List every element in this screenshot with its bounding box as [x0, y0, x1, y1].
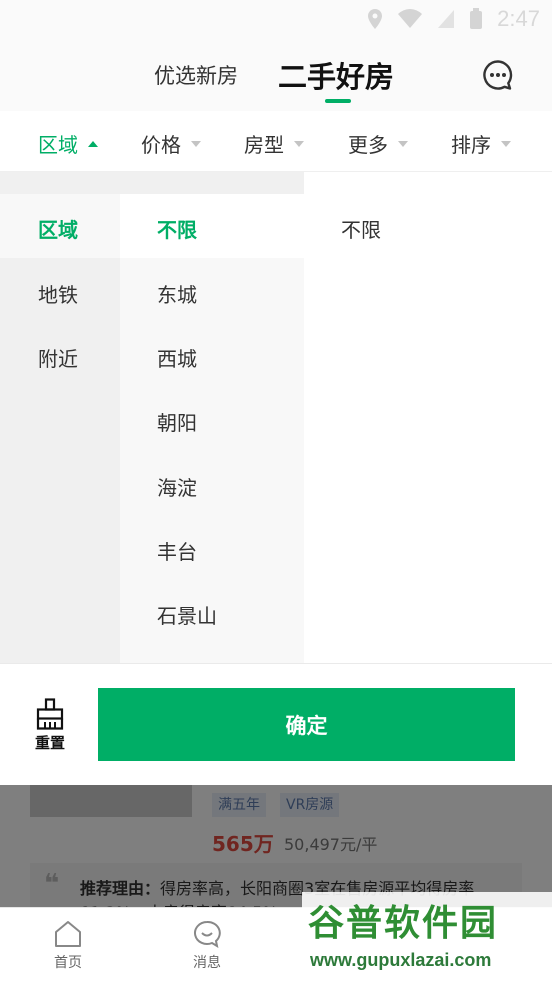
filter-area-label: 区域: [38, 133, 78, 157]
battery-icon: [470, 8, 483, 29]
district-active-bg: [120, 194, 304, 258]
filter-sort[interactable]: 排序: [451, 129, 511, 158]
district-chaoyang[interactable]: 朝阳: [157, 407, 197, 436]
filter-area[interactable]: 区域: [38, 129, 98, 158]
filter-price[interactable]: 价格: [141, 129, 201, 158]
category-nearby[interactable]: 附近: [38, 343, 78, 372]
nav-messages-label: 消息: [193, 955, 221, 971]
category-area[interactable]: 区域: [38, 214, 78, 243]
category-column: 区域 地铁 附近: [0, 172, 120, 663]
district-top-bg: [120, 172, 304, 194]
nav-messages[interactable]: 消息: [177, 920, 237, 972]
filter-price-label: 价格: [141, 133, 181, 157]
filter-layout[interactable]: 房型: [244, 129, 304, 158]
category-subway[interactable]: 地铁: [38, 279, 78, 308]
area-dropdown-panel: 区域 地铁 附近 不限 东城 西城 朝阳 海淀 丰台 石景山 不限: [0, 172, 552, 663]
caret-down-icon: [191, 140, 201, 147]
reset-button[interactable]: 重置: [26, 698, 74, 758]
status-time: 2:47: [497, 6, 540, 31]
caret-up-icon: [88, 140, 98, 147]
confirm-button[interactable]: 确定: [98, 688, 515, 761]
filter-more-label: 更多: [348, 133, 388, 157]
home-icon: [55, 921, 81, 947]
top-header: 优选新房 二手好房: [0, 40, 552, 111]
action-bar: 重置 确定: [0, 663, 552, 785]
reset-label: 重置: [34, 734, 65, 752]
caret-down-icon: [294, 140, 304, 147]
location-icon: [368, 9, 383, 29]
dim-overlay[interactable]: [0, 785, 552, 907]
filter-more[interactable]: 更多: [348, 129, 408, 158]
tab-second-hand-homes[interactable]: 二手好房: [278, 54, 394, 96]
message-icon[interactable]: [482, 59, 514, 91]
caret-down-icon: [501, 140, 511, 147]
sub-option-any[interactable]: 不限: [341, 214, 381, 243]
nav-home[interactable]: 首页: [38, 920, 98, 972]
district-column: 不限 东城 西城 朝阳 海淀 丰台 石景山: [120, 172, 304, 663]
district-xicheng[interactable]: 西城: [157, 343, 197, 372]
status-icons: 2:47: [367, 6, 540, 32]
signal-icon: [438, 10, 455, 28]
brush-icon: [36, 698, 64, 730]
district-fengtai[interactable]: 丰台: [157, 536, 197, 565]
district-any[interactable]: 不限: [157, 214, 197, 243]
wifi-icon: [398, 9, 423, 28]
filter-layout-label: 房型: [244, 133, 284, 157]
district-shijingshan[interactable]: 石景山: [157, 600, 217, 629]
district-dongcheng[interactable]: 东城: [157, 279, 197, 308]
district-haidian[interactable]: 海淀: [157, 472, 197, 501]
watermark-url: www.gupuxlazai.com: [310, 950, 492, 970]
chat-bubble-icon: [194, 920, 221, 948]
watermark-title: 谷普软件园: [308, 903, 499, 944]
caret-down-icon: [398, 140, 408, 147]
watermark: 谷普软件园 www.gupuxlazai.com: [302, 892, 552, 981]
filter-sort-label: 排序: [451, 133, 491, 157]
tab-new-homes[interactable]: 优选新房: [154, 60, 238, 90]
nav-home-label: 首页: [54, 955, 82, 971]
status-bar: 2:47: [0, 0, 552, 40]
filter-bar: 区域 价格 房型 更多 排序: [0, 111, 552, 172]
tab-active-indicator: [325, 99, 351, 103]
